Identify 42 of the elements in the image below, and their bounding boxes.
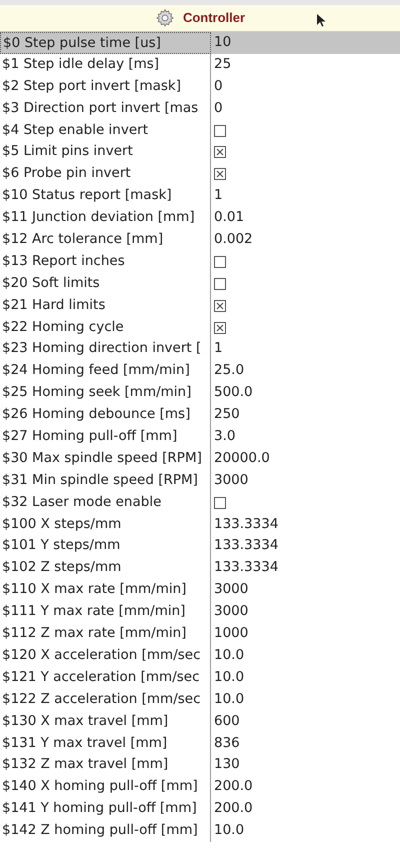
setting-value: 3.0: [214, 427, 236, 446]
setting-value: 3000: [214, 470, 248, 490]
checkbox[interactable]: [214, 146, 226, 158]
setting-value: 0.01: [214, 208, 244, 228]
setting-value: 500.0: [214, 383, 253, 402]
setting-value: 200.0: [214, 777, 253, 796]
setting-value: 1000: [214, 624, 248, 644]
setting-value: 10.0: [214, 821, 244, 840]
setting-value: 10.0: [214, 690, 244, 709]
panel-title: Controller: [182, 9, 246, 28]
checkbox[interactable]: [214, 256, 226, 268]
checkbox[interactable]: [214, 322, 226, 334]
setting-value: 133.3334: [214, 558, 278, 578]
checkbox[interactable]: [214, 496, 226, 509]
setting-value: 0: [214, 76, 223, 96]
setting-value: 25.0: [214, 361, 244, 380]
setting-value: 1: [214, 186, 223, 206]
checkbox[interactable]: [214, 300, 226, 312]
checkbox[interactable]: [214, 278, 226, 290]
checkbox[interactable]: [214, 124, 226, 136]
setting-value: 250: [214, 405, 240, 424]
setting-value: 10.0: [214, 668, 244, 687]
setting-name: $142 Z homing pull-off [mm]: [0, 820, 211, 842]
setting-value: 3000: [214, 580, 248, 600]
setting-value: 0.002: [214, 230, 253, 250]
setting-value: 25: [214, 54, 232, 74]
setting-value: 836: [214, 734, 240, 752]
pointer-icon: [317, 14, 326, 27]
setting-value: 200.0: [214, 799, 253, 818]
setting-value: 20000.0: [214, 448, 270, 468]
setting-value: 0: [214, 98, 223, 118]
settings-row[interactable]: $0 Step pulse time [us] 10: [0, 32, 400, 54]
setting-value: 600: [214, 712, 240, 731]
setting-value: 133.3334: [214, 536, 278, 556]
setting-value: 133.3334: [214, 514, 278, 534]
setting-value: 130: [214, 755, 240, 774]
setting-value: 1: [214, 339, 223, 358]
checkbox[interactable]: [214, 168, 226, 180]
setting-value: 10: [214, 33, 232, 52]
setting-value: 10.0: [214, 646, 244, 665]
setting-value: 3000: [214, 602, 248, 622]
gear-icon: [154, 8, 175, 28]
